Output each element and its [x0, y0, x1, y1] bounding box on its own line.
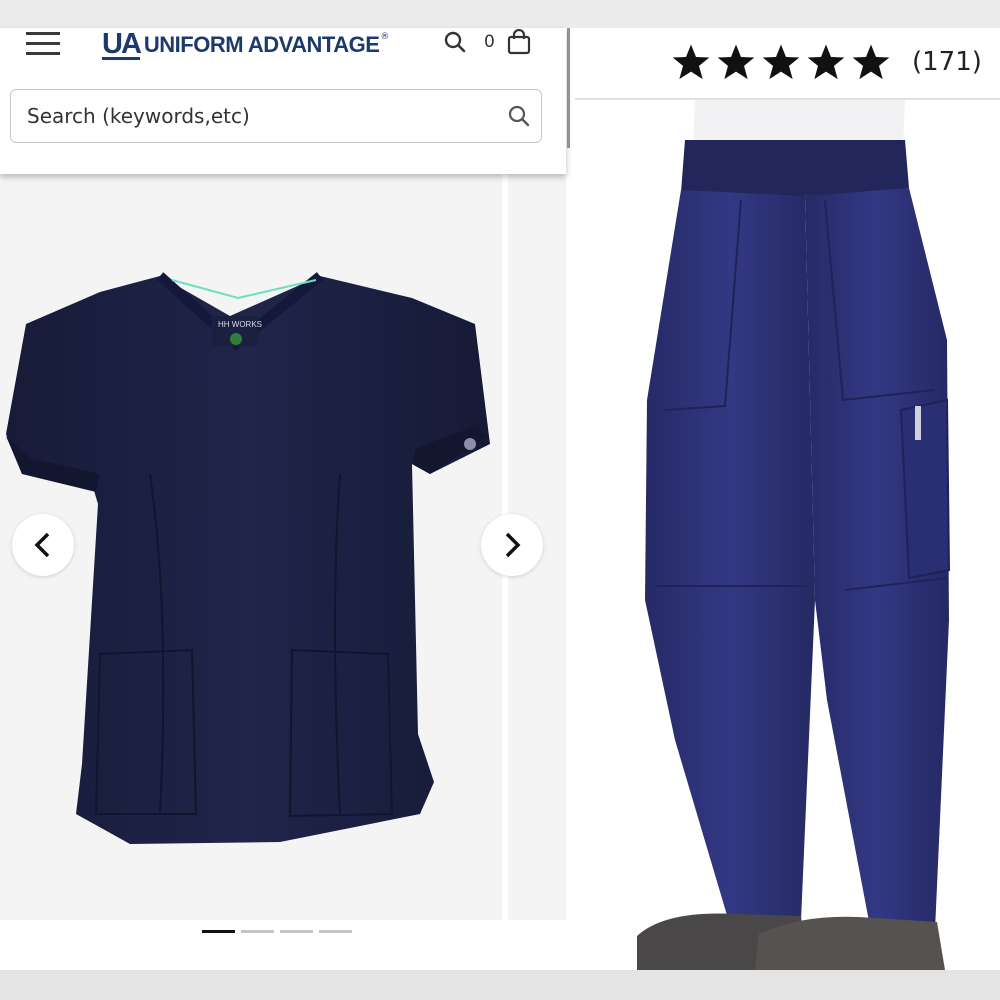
- star-icon: [807, 44, 845, 80]
- scrub-top-image: [6, 272, 490, 844]
- shopping-bag-icon[interactable]: [506, 29, 532, 55]
- pagination-dot-1[interactable]: [202, 930, 235, 933]
- star-icon: [762, 44, 800, 80]
- chevron-left-icon: [34, 532, 50, 558]
- logo-mark: UA: [102, 27, 142, 60]
- chevron-right-icon: [505, 532, 521, 558]
- search-submit-icon[interactable]: [507, 104, 531, 128]
- pagination-dot-2[interactable]: [241, 930, 274, 933]
- search-input[interactable]: [11, 90, 481, 142]
- search-icon[interactable]: [444, 31, 466, 53]
- scrollbar-indicator: [567, 28, 570, 148]
- star-icon: [852, 44, 890, 80]
- review-count[interactable]: (171): [912, 47, 982, 77]
- site-header: UA UNIFORM ADVANTAGE ® 0: [0, 28, 566, 174]
- product-review-panel: (171): [575, 28, 1000, 970]
- search-field[interactable]: [10, 89, 542, 143]
- scrub-pants-image: [637, 100, 951, 970]
- cart-count[interactable]: 0: [484, 32, 495, 52]
- logo-registered-mark: ®: [380, 32, 390, 42]
- star-icon: [717, 44, 755, 80]
- gallery-footer: [0, 920, 566, 970]
- star-icon: [672, 44, 710, 80]
- logo-text: UNIFORM ADVANTAGE: [143, 32, 380, 57]
- top-background-band: [0, 0, 1000, 28]
- bottom-background-band: [0, 970, 1000, 1000]
- store-page-panel: HH WORKS UA UNIFORM ADVANTAGE ® 0: [0, 28, 566, 970]
- next-image-button[interactable]: [481, 514, 543, 576]
- site-logo[interactable]: UA UNIFORM ADVANTAGE ®: [102, 27, 390, 60]
- hamburger-menu-icon[interactable]: [26, 32, 60, 58]
- gallery-pagination[interactable]: [202, 930, 352, 934]
- pagination-dot-4[interactable]: [319, 930, 352, 933]
- star-rating: (171): [671, 42, 982, 82]
- pagination-dot-3[interactable]: [280, 930, 313, 933]
- product-brand-label: HH WORKS: [218, 320, 262, 329]
- prev-image-button[interactable]: [12, 514, 74, 576]
